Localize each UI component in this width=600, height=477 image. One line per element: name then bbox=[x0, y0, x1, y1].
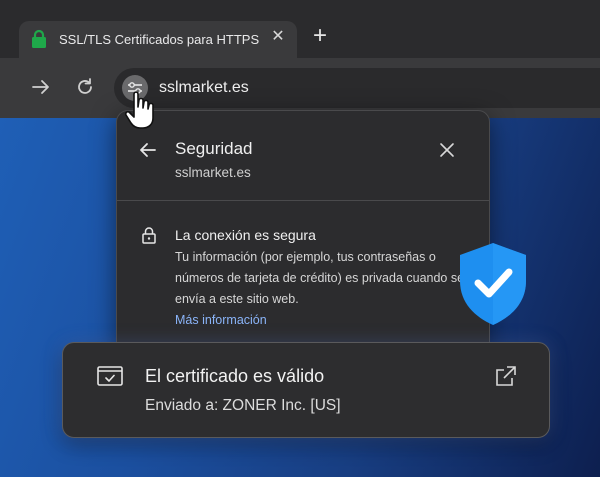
connection-title: La conexión es segura bbox=[175, 227, 316, 243]
connection-description: Tu información (por ejemplo, tus contras… bbox=[175, 250, 465, 306]
certificate-issuer: Enviado a: ZONER Inc. [US] bbox=[145, 397, 341, 414]
open-external-icon[interactable] bbox=[495, 365, 517, 387]
close-icon[interactable]: ✕ bbox=[269, 28, 287, 46]
popup-title: Seguridad bbox=[175, 139, 253, 158]
certificate-title: El certificado es válido bbox=[145, 366, 325, 386]
plus-icon[interactable]: + bbox=[310, 24, 330, 48]
check-shield-icon bbox=[460, 243, 526, 325]
toolbar: sslmarket.es bbox=[0, 58, 600, 118]
forward-arrow-icon[interactable] bbox=[30, 76, 52, 98]
security-popup: Seguridad sslmarket.es La conexión es se… bbox=[116, 110, 490, 362]
url-text: sslmarket.es bbox=[159, 79, 249, 96]
hand-cursor-icon bbox=[124, 91, 154, 129]
lock-icon bbox=[32, 29, 46, 48]
divider bbox=[117, 200, 489, 201]
certificate-icon bbox=[97, 366, 123, 386]
tab-active[interactable]: SSL/TLS Certificados para HTTPS ✕ bbox=[19, 21, 297, 61]
reload-icon[interactable] bbox=[74, 76, 96, 98]
back-arrow-icon[interactable] bbox=[139, 141, 157, 159]
address-bar[interactable]: sslmarket.es bbox=[114, 68, 600, 108]
more-info-link[interactable]: Más información bbox=[175, 313, 267, 327]
close-icon[interactable] bbox=[439, 142, 455, 158]
browser-window: SSL/TLS Certificados para HTTPS ✕ + sslm… bbox=[0, 0, 600, 477]
certificate-card[interactable]: El certificado es válido Enviado a: ZONE… bbox=[62, 342, 550, 438]
tab-title: SSL/TLS Certificados para HTTPS bbox=[59, 32, 260, 47]
tab-strip: SSL/TLS Certificados para HTTPS ✕ + bbox=[0, 0, 600, 61]
lock-icon bbox=[142, 227, 156, 244]
popup-site: sslmarket.es bbox=[175, 165, 251, 180]
